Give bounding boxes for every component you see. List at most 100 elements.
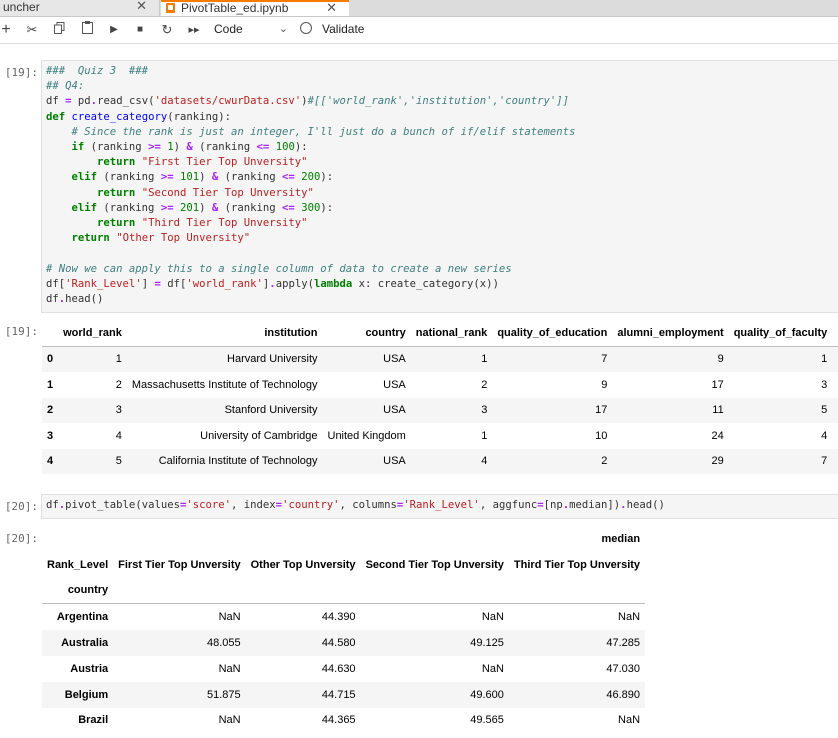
tab-bar: uncher ✕ PivotTable_ed.ipynb ✕: [0, 0, 838, 17]
tab-label: PivotTable_ed.ipynb: [181, 1, 289, 15]
table-cell: [832, 398, 838, 424]
run-icon[interactable]: ▶: [108, 21, 120, 39]
close-icon[interactable]: ✕: [326, 1, 337, 15]
close-icon[interactable]: ✕: [136, 0, 147, 13]
table-cell: [832, 372, 838, 398]
table-row: 4 5 California Institute of Technology U…: [42, 448, 838, 475]
code-content[interactable]: ### Quiz 3 ### ## Q4: df = pd.read_csv('…: [42, 61, 838, 307]
table-cell: 2: [481, 378, 488, 391]
table-cell: 3: [115, 404, 122, 417]
table-cell: NaN: [218, 714, 241, 727]
table-cell: 44.365: [321, 714, 356, 727]
table-cell: USA: [383, 455, 406, 468]
tab-launcher[interactable]: uncher ✕: [0, 0, 160, 16]
stop-icon[interactable]: ■: [134, 21, 146, 39]
table-cell: NaN: [618, 611, 641, 624]
table-cell: 47.030: [606, 662, 641, 675]
table-cell: 1: [481, 353, 488, 366]
row-index: 0: [47, 353, 54, 366]
table-cell: 1: [481, 429, 488, 442]
table-cell: 2: [115, 378, 122, 391]
table-cell: 49.600: [470, 688, 504, 701]
table-cell: 24: [711, 429, 724, 442]
fast-forward-icon[interactable]: ▸▸: [186, 21, 202, 39]
table-cell: 44.390: [321, 611, 356, 624]
column-header: national_rank: [410, 320, 493, 347]
chevron-down-icon: ⌄: [278, 23, 288, 35]
row-index: 3: [47, 429, 54, 442]
copy-icon[interactable]: [52, 21, 66, 39]
table-cell: 17: [595, 404, 608, 417]
paste-icon[interactable]: [80, 21, 94, 39]
row-index: 4: [47, 455, 54, 468]
row-index: Austria: [70, 662, 109, 675]
row-index: 2: [47, 404, 54, 417]
table-cell: [832, 449, 838, 475]
add-cell-icon[interactable]: +: [0, 21, 12, 39]
table-cell: 51.875: [206, 688, 241, 701]
notebook-icon: [166, 3, 175, 13]
table-cell: Stanford University: [224, 404, 318, 417]
table-cell: 1: [821, 353, 828, 366]
restart-icon[interactable]: ↻: [160, 21, 174, 39]
column-group-header: median: [601, 532, 641, 545]
code-content[interactable]: df.pivot_table(values='score', index='co…: [42, 495, 838, 513]
column-header: Third Tier Top Unversity: [513, 558, 641, 571]
table-cell: 3: [821, 378, 828, 391]
column-header: pub: [832, 320, 838, 347]
column-header: country: [322, 320, 411, 347]
table-row: 1 2 Massachusetts Institute of Technolog…: [42, 372, 838, 398]
table-cell: 3: [481, 404, 488, 417]
table-cell: NaN: [218, 611, 241, 624]
table-cell: 44.715: [321, 688, 356, 701]
table-cell: 29: [711, 455, 724, 468]
table-cell: [832, 346, 838, 372]
cut-icon[interactable]: ✂: [24, 21, 40, 39]
column-header: Other Top Unversity: [250, 558, 356, 571]
table-cell: 44.630: [321, 662, 356, 675]
dataframe-output: world_rank institution country national_…: [42, 320, 838, 474]
code-cell[interactable]: df.pivot_table(values='score', index='co…: [41, 494, 838, 519]
row-index: Brazil: [78, 714, 109, 727]
table-cell: 5: [115, 455, 122, 468]
table-cell: 4: [481, 455, 488, 468]
notebook-toolbar: + ✂ ▶ ■ ↻ ▸▸ Code ⌄ Validate: [0, 17, 838, 44]
column-header: alumni_employment: [612, 320, 729, 347]
table-cell: Massachusetts Institute of Technology: [131, 378, 318, 391]
columns-label: Rank_Level: [47, 558, 109, 571]
table-cell: 1: [115, 353, 122, 366]
table-cell: 9: [601, 378, 608, 391]
table-row: 3 4 University of Cambridge United Kingd…: [42, 423, 838, 449]
cell-type-dropdown[interactable]: Code ⌄: [214, 20, 292, 39]
table-cell: 46.890: [606, 688, 641, 701]
row-index: Australia: [61, 637, 109, 650]
table-cell: [832, 423, 838, 449]
table-row: Australia 48.055 44.580 49.125 47.285: [42, 630, 646, 656]
table-cell: NaN: [481, 611, 504, 624]
validate-button[interactable]: Validate: [300, 20, 364, 39]
row-index: Belgium: [64, 688, 109, 701]
table-cell: 48.055: [206, 637, 241, 650]
tab-notebook[interactable]: PivotTable_ed.ipynb ✕: [161, 0, 349, 16]
table-header-row: world_rank institution country national_…: [42, 320, 838, 347]
table-cell: 7: [821, 455, 828, 468]
column-header: [42, 320, 59, 347]
column-header: quality_of_faculty: [728, 320, 833, 347]
tab-label: uncher: [3, 0, 40, 14]
code-cell[interactable]: ### Quiz 3 ### ## Q4: df = pd.read_csv('…: [41, 60, 838, 313]
header-spacer: [360, 577, 509, 605]
table-row: 2 3 Stanford University USA 3 17 11 5: [42, 397, 838, 424]
header-spacer: [245, 577, 361, 605]
cell-prompt: [19]:: [4, 325, 38, 338]
validate-label: Validate: [322, 22, 365, 36]
table-row: Brazil NaN 44.365 49.565 NaN: [42, 708, 645, 734]
table-cell: 7: [601, 353, 608, 366]
column-header: First Tier Top Unversity: [118, 558, 241, 571]
row-index: 1: [47, 378, 54, 391]
table-row: 0 1 Harvard University USA 1 7 9 1: [42, 346, 838, 372]
header-spacer: [508, 577, 646, 605]
table-header-row: Rank_Level First Tier Top Unversity Othe…: [42, 552, 645, 578]
cell-prompt: [20]:: [4, 532, 38, 545]
table-cell: 11: [712, 404, 724, 417]
table-cell: United Kingdom: [327, 429, 406, 442]
